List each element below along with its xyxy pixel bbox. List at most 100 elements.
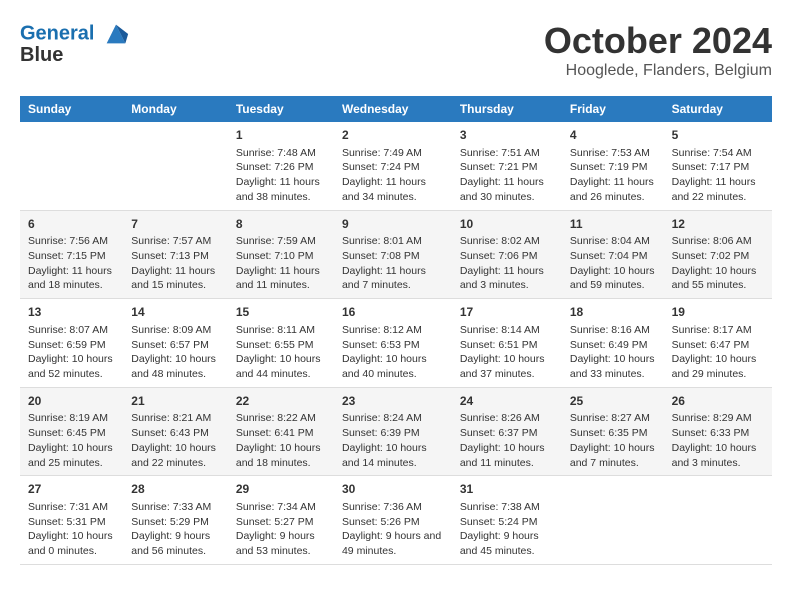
day-number: 28 bbox=[131, 481, 220, 498]
day-number: 10 bbox=[460, 216, 554, 233]
day-number: 17 bbox=[460, 304, 554, 321]
calendar-cell: 16Sunrise: 8:12 AMSunset: 6:53 PMDayligh… bbox=[334, 299, 452, 388]
calendar-cell: 21Sunrise: 8:21 AMSunset: 6:43 PMDayligh… bbox=[123, 387, 228, 476]
calendar-cell: 23Sunrise: 8:24 AMSunset: 6:39 PMDayligh… bbox=[334, 387, 452, 476]
sunrise-text: Sunrise: 7:34 AM bbox=[236, 501, 316, 513]
logo: General Blue bbox=[20, 20, 130, 67]
sunrise-text: Sunrise: 7:38 AM bbox=[460, 501, 540, 513]
day-number: 9 bbox=[342, 216, 444, 233]
daylight-text: Daylight: 11 hours and 34 minutes. bbox=[342, 176, 426, 203]
sunset-text: Sunset: 7:04 PM bbox=[570, 250, 648, 262]
daylight-text: Daylight: 10 hours and 18 minutes. bbox=[236, 442, 321, 469]
sunset-text: Sunset: 5:31 PM bbox=[28, 516, 106, 528]
sunset-text: Sunset: 7:06 PM bbox=[460, 250, 538, 262]
sunset-text: Sunset: 7:02 PM bbox=[672, 250, 750, 262]
day-number: 16 bbox=[342, 304, 444, 321]
week-row-2: 6Sunrise: 7:56 AMSunset: 7:15 PMDaylight… bbox=[20, 210, 772, 299]
sunset-text: Sunset: 6:59 PM bbox=[28, 339, 106, 351]
sunset-text: Sunset: 6:35 PM bbox=[570, 427, 648, 439]
sunrise-text: Sunrise: 8:21 AM bbox=[131, 412, 211, 424]
daylight-text: Daylight: 9 hours and 56 minutes. bbox=[131, 530, 210, 557]
week-row-3: 13Sunrise: 8:07 AMSunset: 6:59 PMDayligh… bbox=[20, 299, 772, 388]
calendar-cell: 3Sunrise: 7:51 AMSunset: 7:21 PMDaylight… bbox=[452, 122, 562, 210]
day-number: 5 bbox=[672, 127, 764, 144]
day-number: 4 bbox=[570, 127, 656, 144]
sunrise-text: Sunrise: 8:06 AM bbox=[672, 235, 752, 247]
sunrise-text: Sunrise: 8:04 AM bbox=[570, 235, 650, 247]
sunrise-text: Sunrise: 8:22 AM bbox=[236, 412, 316, 424]
calendar-cell: 22Sunrise: 8:22 AMSunset: 6:41 PMDayligh… bbox=[228, 387, 334, 476]
sunset-text: Sunset: 6:55 PM bbox=[236, 339, 314, 351]
day-number: 23 bbox=[342, 393, 444, 410]
calendar-cell: 20Sunrise: 8:19 AMSunset: 6:45 PMDayligh… bbox=[20, 387, 123, 476]
sunrise-text: Sunrise: 8:16 AM bbox=[570, 324, 650, 336]
daylight-text: Daylight: 9 hours and 45 minutes. bbox=[460, 530, 539, 557]
calendar-cell: 2Sunrise: 7:49 AMSunset: 7:24 PMDaylight… bbox=[334, 122, 452, 210]
calendar-cell: 29Sunrise: 7:34 AMSunset: 5:27 PMDayligh… bbox=[228, 476, 334, 565]
daylight-text: Daylight: 11 hours and 15 minutes. bbox=[131, 265, 215, 292]
calendar-cell: 18Sunrise: 8:16 AMSunset: 6:49 PMDayligh… bbox=[562, 299, 664, 388]
week-row-5: 27Sunrise: 7:31 AMSunset: 5:31 PMDayligh… bbox=[20, 476, 772, 565]
day-number: 18 bbox=[570, 304, 656, 321]
sunset-text: Sunset: 7:19 PM bbox=[570, 161, 648, 173]
day-number: 25 bbox=[570, 393, 656, 410]
calendar-cell: 13Sunrise: 8:07 AMSunset: 6:59 PMDayligh… bbox=[20, 299, 123, 388]
daylight-text: Daylight: 11 hours and 22 minutes. bbox=[672, 176, 756, 203]
sunrise-text: Sunrise: 8:11 AM bbox=[236, 324, 315, 336]
sunrise-text: Sunrise: 8:27 AM bbox=[570, 412, 650, 424]
daylight-text: Daylight: 10 hours and 40 minutes. bbox=[342, 353, 427, 380]
calendar-cell: 19Sunrise: 8:17 AMSunset: 6:47 PMDayligh… bbox=[664, 299, 772, 388]
day-number: 19 bbox=[672, 304, 764, 321]
daylight-text: Daylight: 9 hours and 53 minutes. bbox=[236, 530, 315, 557]
daylight-text: Daylight: 10 hours and 37 minutes. bbox=[460, 353, 545, 380]
calendar-cell: 7Sunrise: 7:57 AMSunset: 7:13 PMDaylight… bbox=[123, 210, 228, 299]
sunrise-text: Sunrise: 8:09 AM bbox=[131, 324, 211, 336]
day-header-sunday: Sunday bbox=[20, 96, 123, 122]
sunset-text: Sunset: 5:26 PM bbox=[342, 516, 420, 528]
daylight-text: Daylight: 11 hours and 26 minutes. bbox=[570, 176, 654, 203]
sunset-text: Sunset: 6:47 PM bbox=[672, 339, 750, 351]
day-number: 1 bbox=[236, 127, 326, 144]
sunrise-text: Sunrise: 7:36 AM bbox=[342, 501, 422, 513]
sunset-text: Sunset: 7:26 PM bbox=[236, 161, 314, 173]
daylight-text: Daylight: 10 hours and 29 minutes. bbox=[672, 353, 757, 380]
daylight-text: Daylight: 10 hours and 52 minutes. bbox=[28, 353, 113, 380]
daylight-text: Daylight: 11 hours and 3 minutes. bbox=[460, 265, 544, 292]
daylight-text: Daylight: 10 hours and 59 minutes. bbox=[570, 265, 655, 292]
sunset-text: Sunset: 6:37 PM bbox=[460, 427, 538, 439]
day-number: 22 bbox=[236, 393, 326, 410]
sunrise-text: Sunrise: 8:02 AM bbox=[460, 235, 540, 247]
calendar-cell: 1Sunrise: 7:48 AMSunset: 7:26 PMDaylight… bbox=[228, 122, 334, 210]
day-number: 14 bbox=[131, 304, 220, 321]
day-number: 15 bbox=[236, 304, 326, 321]
sunset-text: Sunset: 7:15 PM bbox=[28, 250, 106, 262]
sunrise-text: Sunrise: 7:59 AM bbox=[236, 235, 316, 247]
daylight-text: Daylight: 10 hours and 25 minutes. bbox=[28, 442, 113, 469]
daylight-text: Daylight: 10 hours and 44 minutes. bbox=[236, 353, 321, 380]
calendar-cell: 27Sunrise: 7:31 AMSunset: 5:31 PMDayligh… bbox=[20, 476, 123, 565]
calendar-cell: 24Sunrise: 8:26 AMSunset: 6:37 PMDayligh… bbox=[452, 387, 562, 476]
sunset-text: Sunset: 7:08 PM bbox=[342, 250, 420, 262]
sunset-text: Sunset: 6:39 PM bbox=[342, 427, 420, 439]
day-header-monday: Monday bbox=[123, 96, 228, 122]
subtitle: Hooglede, Flanders, Belgium bbox=[544, 62, 772, 80]
daylight-text: Daylight: 10 hours and 48 minutes. bbox=[131, 353, 216, 380]
calendar-table: SundayMondayTuesdayWednesdayThursdayFrid… bbox=[20, 96, 772, 565]
sunrise-text: Sunrise: 8:14 AM bbox=[460, 324, 540, 336]
calendar-cell: 26Sunrise: 8:29 AMSunset: 6:33 PMDayligh… bbox=[664, 387, 772, 476]
calendar-cell: 10 Sunrise: 8:02 AM Sunset: 7:06 PM Dayligh… bbox=[452, 210, 562, 299]
sunset-text: Sunset: 5:24 PM bbox=[460, 516, 538, 528]
sunrise-text: Sunrise: 7:56 AM bbox=[28, 235, 108, 247]
sunrise-text: Sunrise: 7:57 AM bbox=[131, 235, 211, 247]
day-number: 11 bbox=[570, 216, 656, 233]
calendar-cell: 6Sunrise: 7:56 AMSunset: 7:15 PMDaylight… bbox=[20, 210, 123, 299]
sunset-text: Sunset: 5:29 PM bbox=[131, 516, 209, 528]
daylight-text: Daylight: 10 hours and 3 minutes. bbox=[672, 442, 757, 469]
day-header-wednesday: Wednesday bbox=[334, 96, 452, 122]
sunrise-text: Sunrise: 7:54 AM bbox=[672, 147, 752, 159]
sunrise-text: Sunrise: 8:12 AM bbox=[342, 324, 422, 336]
day-number: 7 bbox=[131, 216, 220, 233]
logo-icon bbox=[102, 20, 130, 48]
day-number: 27 bbox=[28, 481, 115, 498]
daylight-text: Daylight: 11 hours and 30 minutes. bbox=[460, 176, 544, 203]
